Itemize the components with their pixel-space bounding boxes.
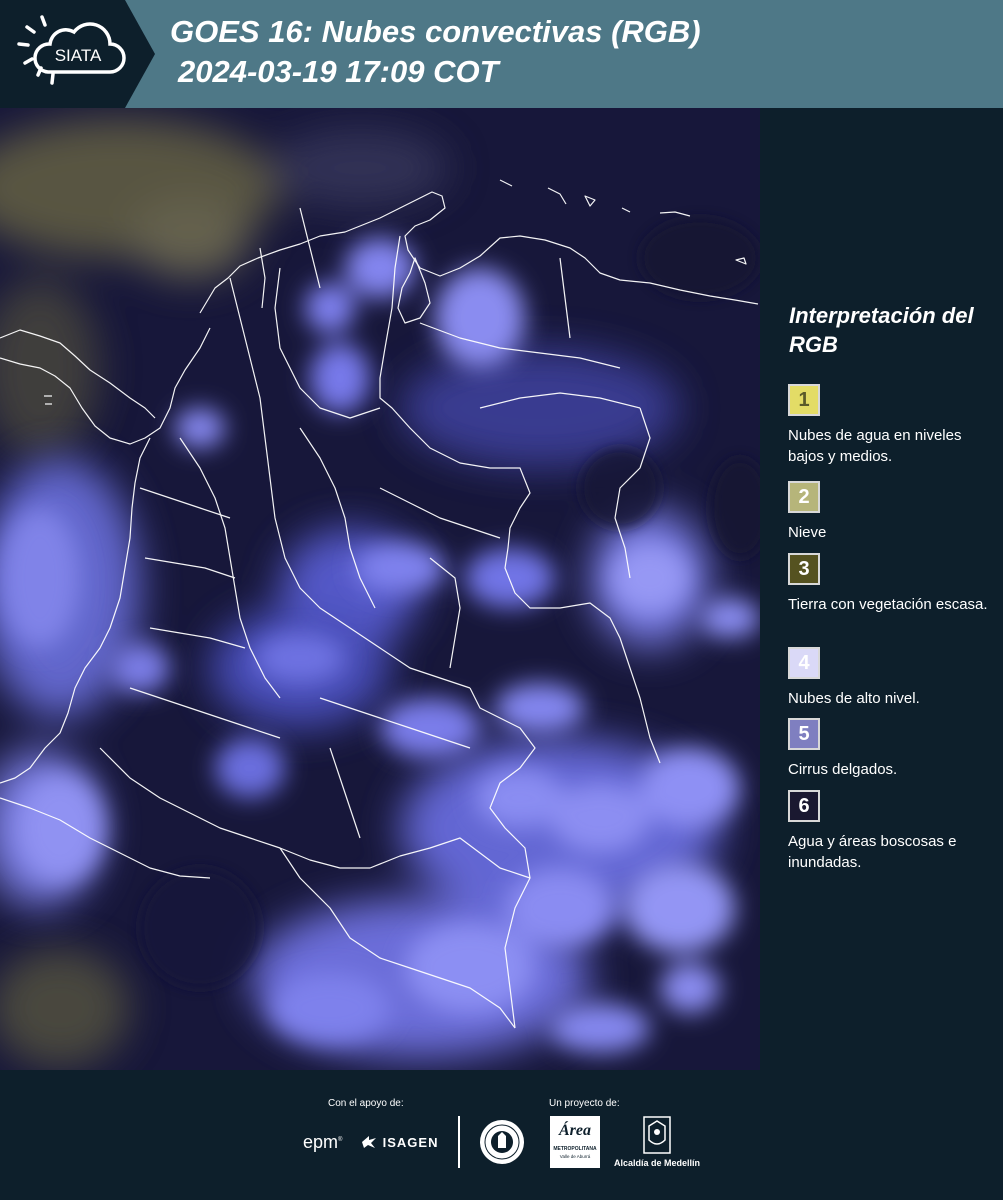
legend-swatch-1: 1 bbox=[788, 384, 820, 416]
footer: Con el apoyo de: Un proyecto de: epm® IS… bbox=[0, 1070, 1003, 1200]
timestamp-title: 2024-03-19 17:09 COT bbox=[178, 54, 499, 89]
legend-item-3: 3 Tierra con vegetación escasa. bbox=[788, 553, 993, 615]
area-logo-sub: METROPOLITANA bbox=[553, 1146, 597, 1152]
legend-swatch-5: 5 bbox=[788, 718, 820, 750]
legend-label-1: Nubes de agua en niveles bajos y medios. bbox=[788, 427, 962, 465]
legend-item-6: 6 Agua y áreas boscosas e inundadas. bbox=[788, 790, 993, 873]
area-logo-text: Área bbox=[559, 1122, 591, 1139]
legend-swatch-4: 4 bbox=[788, 647, 820, 679]
logo-text: SIATA bbox=[55, 46, 102, 65]
siata-logo[interactable]: SIATA bbox=[0, 0, 155, 108]
seal-logo[interactable] bbox=[478, 1118, 526, 1166]
epm-logo-text: epm bbox=[303, 1132, 339, 1152]
legend-label-3: Tierra con vegetación escasa. bbox=[788, 596, 988, 613]
legend-item-4: 4 Nubes de alto nivel. bbox=[788, 647, 993, 709]
legend-title: Interpretación del RGB bbox=[789, 303, 974, 357]
legend-item-5: 5 Cirrus delgados. bbox=[788, 718, 993, 780]
project-label: Un proyecto de: bbox=[549, 1098, 620, 1109]
legend-label-5: Cirrus delgados. bbox=[788, 761, 898, 778]
legend-label-4: Nubes de alto nivel. bbox=[788, 690, 920, 707]
legend-swatch-3: 3 bbox=[788, 553, 820, 585]
alcaldia-logo[interactable]: Alcaldía de Medellín bbox=[612, 1116, 702, 1172]
legend-item-1: 1 Nubes de agua en niveles bajos y medio… bbox=[788, 384, 993, 467]
satellite-map[interactable] bbox=[0, 108, 760, 1070]
area-logo-sub2: Valle de Aburrá bbox=[559, 1154, 591, 1159]
legend-label-2: Nieve bbox=[788, 524, 827, 541]
legend-item-2: 2 Nieve bbox=[788, 481, 993, 543]
alcaldia-logo-text: Alcaldía de Medellín bbox=[613, 1158, 701, 1168]
page-title: GOES 16: Nubes convectivas (RGB) bbox=[170, 14, 701, 49]
isagen-logo[interactable]: ISAGEN bbox=[360, 1134, 438, 1150]
epm-logo[interactable]: epm® bbox=[303, 1132, 342, 1153]
legend-label-6: Agua y áreas boscosas e inundadas. bbox=[788, 833, 957, 871]
seal-icon bbox=[480, 1120, 524, 1164]
support-label: Con el apoyo de: bbox=[328, 1098, 404, 1109]
area-metropolitana-logo[interactable]: Área METROPOLITANA Valle de Aburrá bbox=[550, 1116, 600, 1168]
legend-swatch-2: 2 bbox=[788, 481, 820, 513]
header-bar: SIATA GOES 16: Nubes convectivas (RGB) 2… bbox=[0, 0, 1003, 108]
isagen-logo-text: ISAGEN bbox=[382, 1135, 439, 1150]
footer-divider bbox=[458, 1116, 460, 1168]
coat-of-arms-icon bbox=[643, 1116, 671, 1154]
legend-panel: Interpretación del RGB 1 Nubes de agua e… bbox=[760, 108, 1003, 1070]
isagen-icon bbox=[362, 1136, 376, 1148]
legend-swatch-6: 6 bbox=[788, 790, 820, 822]
